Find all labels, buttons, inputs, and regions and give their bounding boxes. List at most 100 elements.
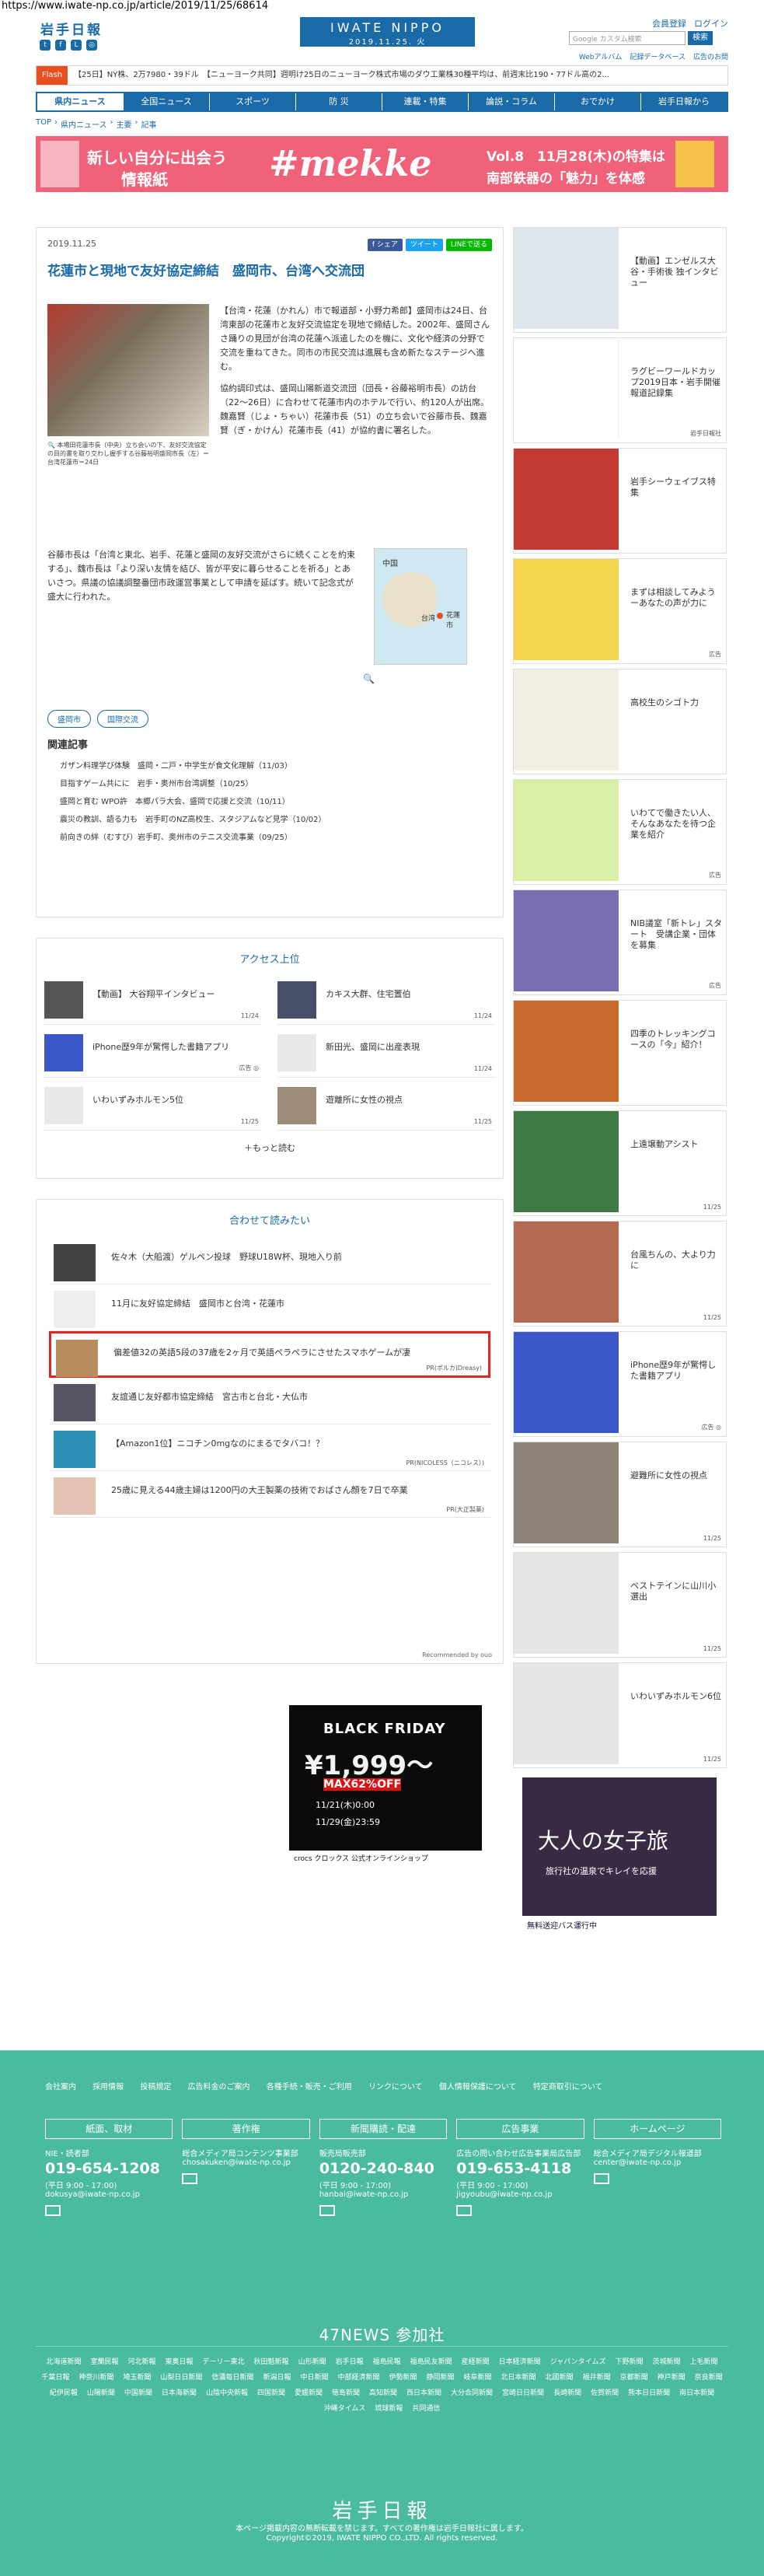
- nav-national-news[interactable]: 全国ニュース: [124, 93, 210, 110]
- taiwan-map[interactable]: 中国 台湾 花蓮市: [374, 548, 467, 665]
- sidebar-item[interactable]: 台風ちんの、大より力に 11/25: [513, 1221, 727, 1326]
- footer-link[interactable]: 投稿規定: [140, 2083, 171, 2092]
- crumb-top[interactable]: TOP: [36, 118, 51, 130]
- paper-link[interactable]: 北國新聞: [546, 2374, 574, 2382]
- paper-link[interactable]: 大分合同新聞: [451, 2389, 493, 2397]
- sidebar-item[interactable]: いわいずみホルモン6位 11/25: [513, 1662, 727, 1768]
- crumb-main[interactable]: 主要: [117, 118, 132, 130]
- paper-link[interactable]: 静岡新聞: [427, 2374, 455, 2382]
- sidebar-item[interactable]: まずは相談してみようーあなたの声が力に 広告: [513, 558, 727, 664]
- footer-link[interactable]: 採用情報: [92, 2083, 124, 2092]
- paper-link[interactable]: 長崎新聞: [553, 2389, 581, 2397]
- paper-link[interactable]: 山陽新聞: [87, 2389, 115, 2397]
- footer-link[interactable]: 各種手続・販売・ご利用: [267, 2083, 352, 2092]
- paper-link[interactable]: 千葉日報: [41, 2374, 69, 2382]
- paper-link[interactable]: 宮崎日日新聞: [502, 2389, 544, 2397]
- related-item[interactable]: 目指すゲーム共にに 岩手・奥州市台湾調整（10/25）: [47, 775, 490, 793]
- recommend-item[interactable]: 【Amazon1位】ニコチン0mgなのにまるでタバコ！？ PR(NICOLESS（…: [49, 1424, 490, 1471]
- paper-link[interactable]: 中日新聞: [300, 2374, 328, 2382]
- map-zoom-icon[interactable]: 🔍: [363, 673, 375, 684]
- paper-link[interactable]: 産経新聞: [462, 2358, 490, 2366]
- paper-link[interactable]: 奈良新聞: [695, 2374, 723, 2382]
- nav-disaster[interactable]: 防 災: [296, 93, 382, 110]
- search-button[interactable]: 検索: [688, 31, 713, 45]
- paper-link[interactable]: 紀伊民報: [50, 2389, 78, 2397]
- paper-link[interactable]: 岐阜新聞: [464, 2374, 492, 2382]
- flash-text[interactable]: 【25日】NY株、2万7980・39ドル 【ニューヨーク共同】週明け25日のニュ…: [74, 66, 609, 85]
- related-item[interactable]: ガザン料理学び体験 盛岡・二戸・中学生が食文化理解（11/03）: [47, 757, 490, 775]
- crumb-local[interactable]: 県内ニュース: [61, 118, 107, 130]
- twitter-icon[interactable]: t: [40, 40, 51, 51]
- mail-icon[interactable]: [45, 2205, 61, 2216]
- contact-email[interactable]: dokusya@iwate-np.co.jp: [45, 2190, 173, 2199]
- paper-link[interactable]: 西日本新聞: [406, 2389, 441, 2397]
- sidebar-item[interactable]: 上遠壌動アシスト 11/25: [513, 1110, 727, 1216]
- paper-link[interactable]: 日本海新聞: [162, 2389, 197, 2397]
- paper-link[interactable]: 秋田魁新報: [254, 2358, 289, 2366]
- paper-link[interactable]: 山陰中央新報: [206, 2389, 248, 2397]
- contact-email[interactable]: hanbai@iwate-np.co.jp: [319, 2190, 447, 2199]
- nav-column[interactable]: 論説・コラム: [469, 93, 555, 110]
- tag-international[interactable]: 国際交流: [97, 710, 148, 728]
- paper-link[interactable]: 北日本新聞: [501, 2374, 536, 2382]
- related-item[interactable]: 前向きの絆（むすび）岩手町、奥州市のテニス交流事業（09/25）: [47, 829, 490, 847]
- sublink-ad[interactable]: 広告のお問: [693, 51, 728, 61]
- sidebar-item[interactable]: ラグビーワールドカップ2019日本・岩手開催報道記録集 岩手日報社: [513, 337, 727, 443]
- paper-link[interactable]: 茨城新聞: [653, 2358, 681, 2366]
- nav-outing[interactable]: おでかけ: [555, 93, 641, 110]
- sidebar-item[interactable]: 岩手シーウェイブス特集: [513, 448, 727, 554]
- sidebar-item[interactable]: 避難所に女性の視点 11/25: [513, 1442, 727, 1547]
- recommend-item[interactable]: 25歳に見える44歳主婦は1200円の大王製薬の技術でおばさん顔を7日で卒業 PR…: [49, 1471, 490, 1518]
- paper-link[interactable]: 東奥日報: [166, 2358, 194, 2366]
- paper-link[interactable]: 熊本日日新聞: [628, 2389, 670, 2397]
- paper-link[interactable]: 京都新聞: [620, 2374, 648, 2382]
- recommend-item[interactable]: 友誼通じ友好都市協定締結 宮古市と台北・大仏市: [49, 1378, 490, 1424]
- nav-sports[interactable]: スポーツ: [210, 93, 296, 110]
- sublink-database[interactable]: 記録データベース: [630, 51, 686, 61]
- contact-email[interactable]: chosakuken@iwate-np.co.jp: [182, 2158, 309, 2167]
- mail-icon[interactable]: [319, 2205, 335, 2216]
- paper-link[interactable]: 河北新報: [128, 2358, 156, 2366]
- contact-email[interactable]: center@iwate-np.co.jp: [594, 2158, 721, 2167]
- paper-link[interactable]: 徳島新聞: [332, 2389, 360, 2397]
- nav-from-nippo[interactable]: 岩手日報から: [641, 93, 727, 110]
- ranking-item[interactable]: いわいずみホルモン5位 11/25: [44, 1084, 262, 1131]
- paper-link[interactable]: 中部経済新聞: [337, 2374, 379, 2382]
- mail-icon[interactable]: [593, 2173, 609, 2184]
- travel-ad[interactable]: 大人の女子旅 旅行社の温泉でキレイを応援 無料送迎バス運行中: [522, 1777, 717, 1933]
- paper-link[interactable]: 沖縄タイムス: [324, 2405, 366, 2413]
- facebook-icon[interactable]: f: [55, 40, 66, 51]
- contact-tel[interactable]: 0120-240-840: [319, 2160, 447, 2177]
- footer-link[interactable]: 個人情報保護について: [439, 2083, 517, 2092]
- tag-morioka[interactable]: 盛岡市: [47, 710, 91, 728]
- ranking-item[interactable]: 遊離所に女性の視点 11/25: [277, 1084, 495, 1131]
- sidebar-item[interactable]: ベストテインに山川小選出 11/25: [513, 1552, 727, 1658]
- article-photo[interactable]: [47, 304, 209, 436]
- ranking-item[interactable]: 【動画】 大谷翔平インタビュー 11/24: [44, 978, 262, 1025]
- paper-link[interactable]: ジャパンタイムズ: [550, 2358, 606, 2366]
- center-logo[interactable]: IWATE NIPPO 2019.11.25. 火: [300, 17, 475, 47]
- address-bar[interactable]: https://www.iwate-np.co.jp/article/2019/…: [0, 0, 764, 12]
- ranking-item[interactable]: iPhone歴9年が驚愕した書籍アプリ 広告 ◎: [44, 1031, 262, 1078]
- line-icon[interactable]: L: [71, 40, 82, 51]
- search-input[interactable]: Google カスタム検索: [569, 31, 686, 45]
- powered-by[interactable]: Recommended by ouo: [422, 1652, 492, 1658]
- paper-link[interactable]: 福井新聞: [583, 2374, 611, 2382]
- facebook-share-button[interactable]: f シェア: [367, 239, 403, 251]
- paper-link[interactable]: 伊勢新聞: [389, 2374, 417, 2382]
- paper-link[interactable]: 愛媛新聞: [295, 2389, 323, 2397]
- ranking-item[interactable]: カキス大群、住宅置伯 11/24: [277, 978, 495, 1025]
- recommend-item-pr-highlighted[interactable]: 偏差値32の英語5段の37歳を2ヶ月で英語ペラペラにさせたスマホゲームが凄 PR(…: [49, 1331, 490, 1378]
- more-button[interactable]: ＋もっと読む: [44, 1141, 495, 1154]
- paper-link[interactable]: 福島民報: [373, 2358, 401, 2366]
- paper-link[interactable]: 四国新聞: [257, 2389, 285, 2397]
- contact-email[interactable]: jigyoubu@iwate-np.co.jp: [456, 2190, 584, 2199]
- nav-features[interactable]: 連載・特集: [382, 93, 469, 110]
- site-logo[interactable]: 岩手日報: [40, 19, 103, 38]
- contact-tel[interactable]: 019-653-4118: [456, 2160, 584, 2177]
- mail-icon[interactable]: [456, 2205, 473, 2216]
- footer-link[interactable]: 特定商取引について: [533, 2083, 603, 2092]
- contact-tel[interactable]: 019-654-1208: [45, 2160, 173, 2177]
- member-link[interactable]: 会員登録: [652, 17, 686, 30]
- paper-link[interactable]: 日本経済新聞: [499, 2358, 541, 2366]
